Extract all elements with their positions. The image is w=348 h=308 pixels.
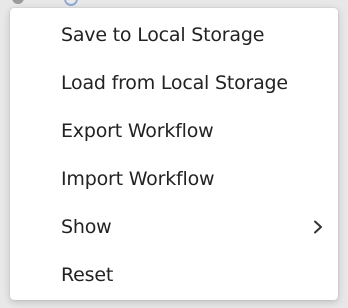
menu-item-save-local-storage[interactable]: Save to Local Storage	[10, 11, 338, 59]
circle-icon[interactable]	[64, 0, 78, 6]
chevron-right-icon	[314, 220, 322, 234]
context-menu: Save to Local Storage Load from Local St…	[10, 8, 338, 300]
menu-item-show[interactable]: Show	[10, 203, 338, 251]
menu-item-label: Reset	[61, 264, 114, 286]
menu-item-label: Save to Local Storage	[61, 24, 265, 46]
menu-item-load-local-storage[interactable]: Load from Local Storage	[10, 59, 338, 107]
menu-item-export-workflow[interactable]: Export Workflow	[10, 107, 338, 155]
menu-item-import-workflow[interactable]: Import Workflow	[10, 155, 338, 203]
menu-item-label: Show	[61, 216, 112, 238]
menu-item-label: Export Workflow	[61, 120, 214, 142]
menu-item-label: Load from Local Storage	[61, 72, 288, 94]
menu-item-label: Import Workflow	[61, 168, 215, 190]
menu-item-reset[interactable]: Reset	[10, 251, 338, 299]
toolbar-peek	[12, 0, 78, 6]
gear-icon[interactable]	[12, 0, 24, 4]
